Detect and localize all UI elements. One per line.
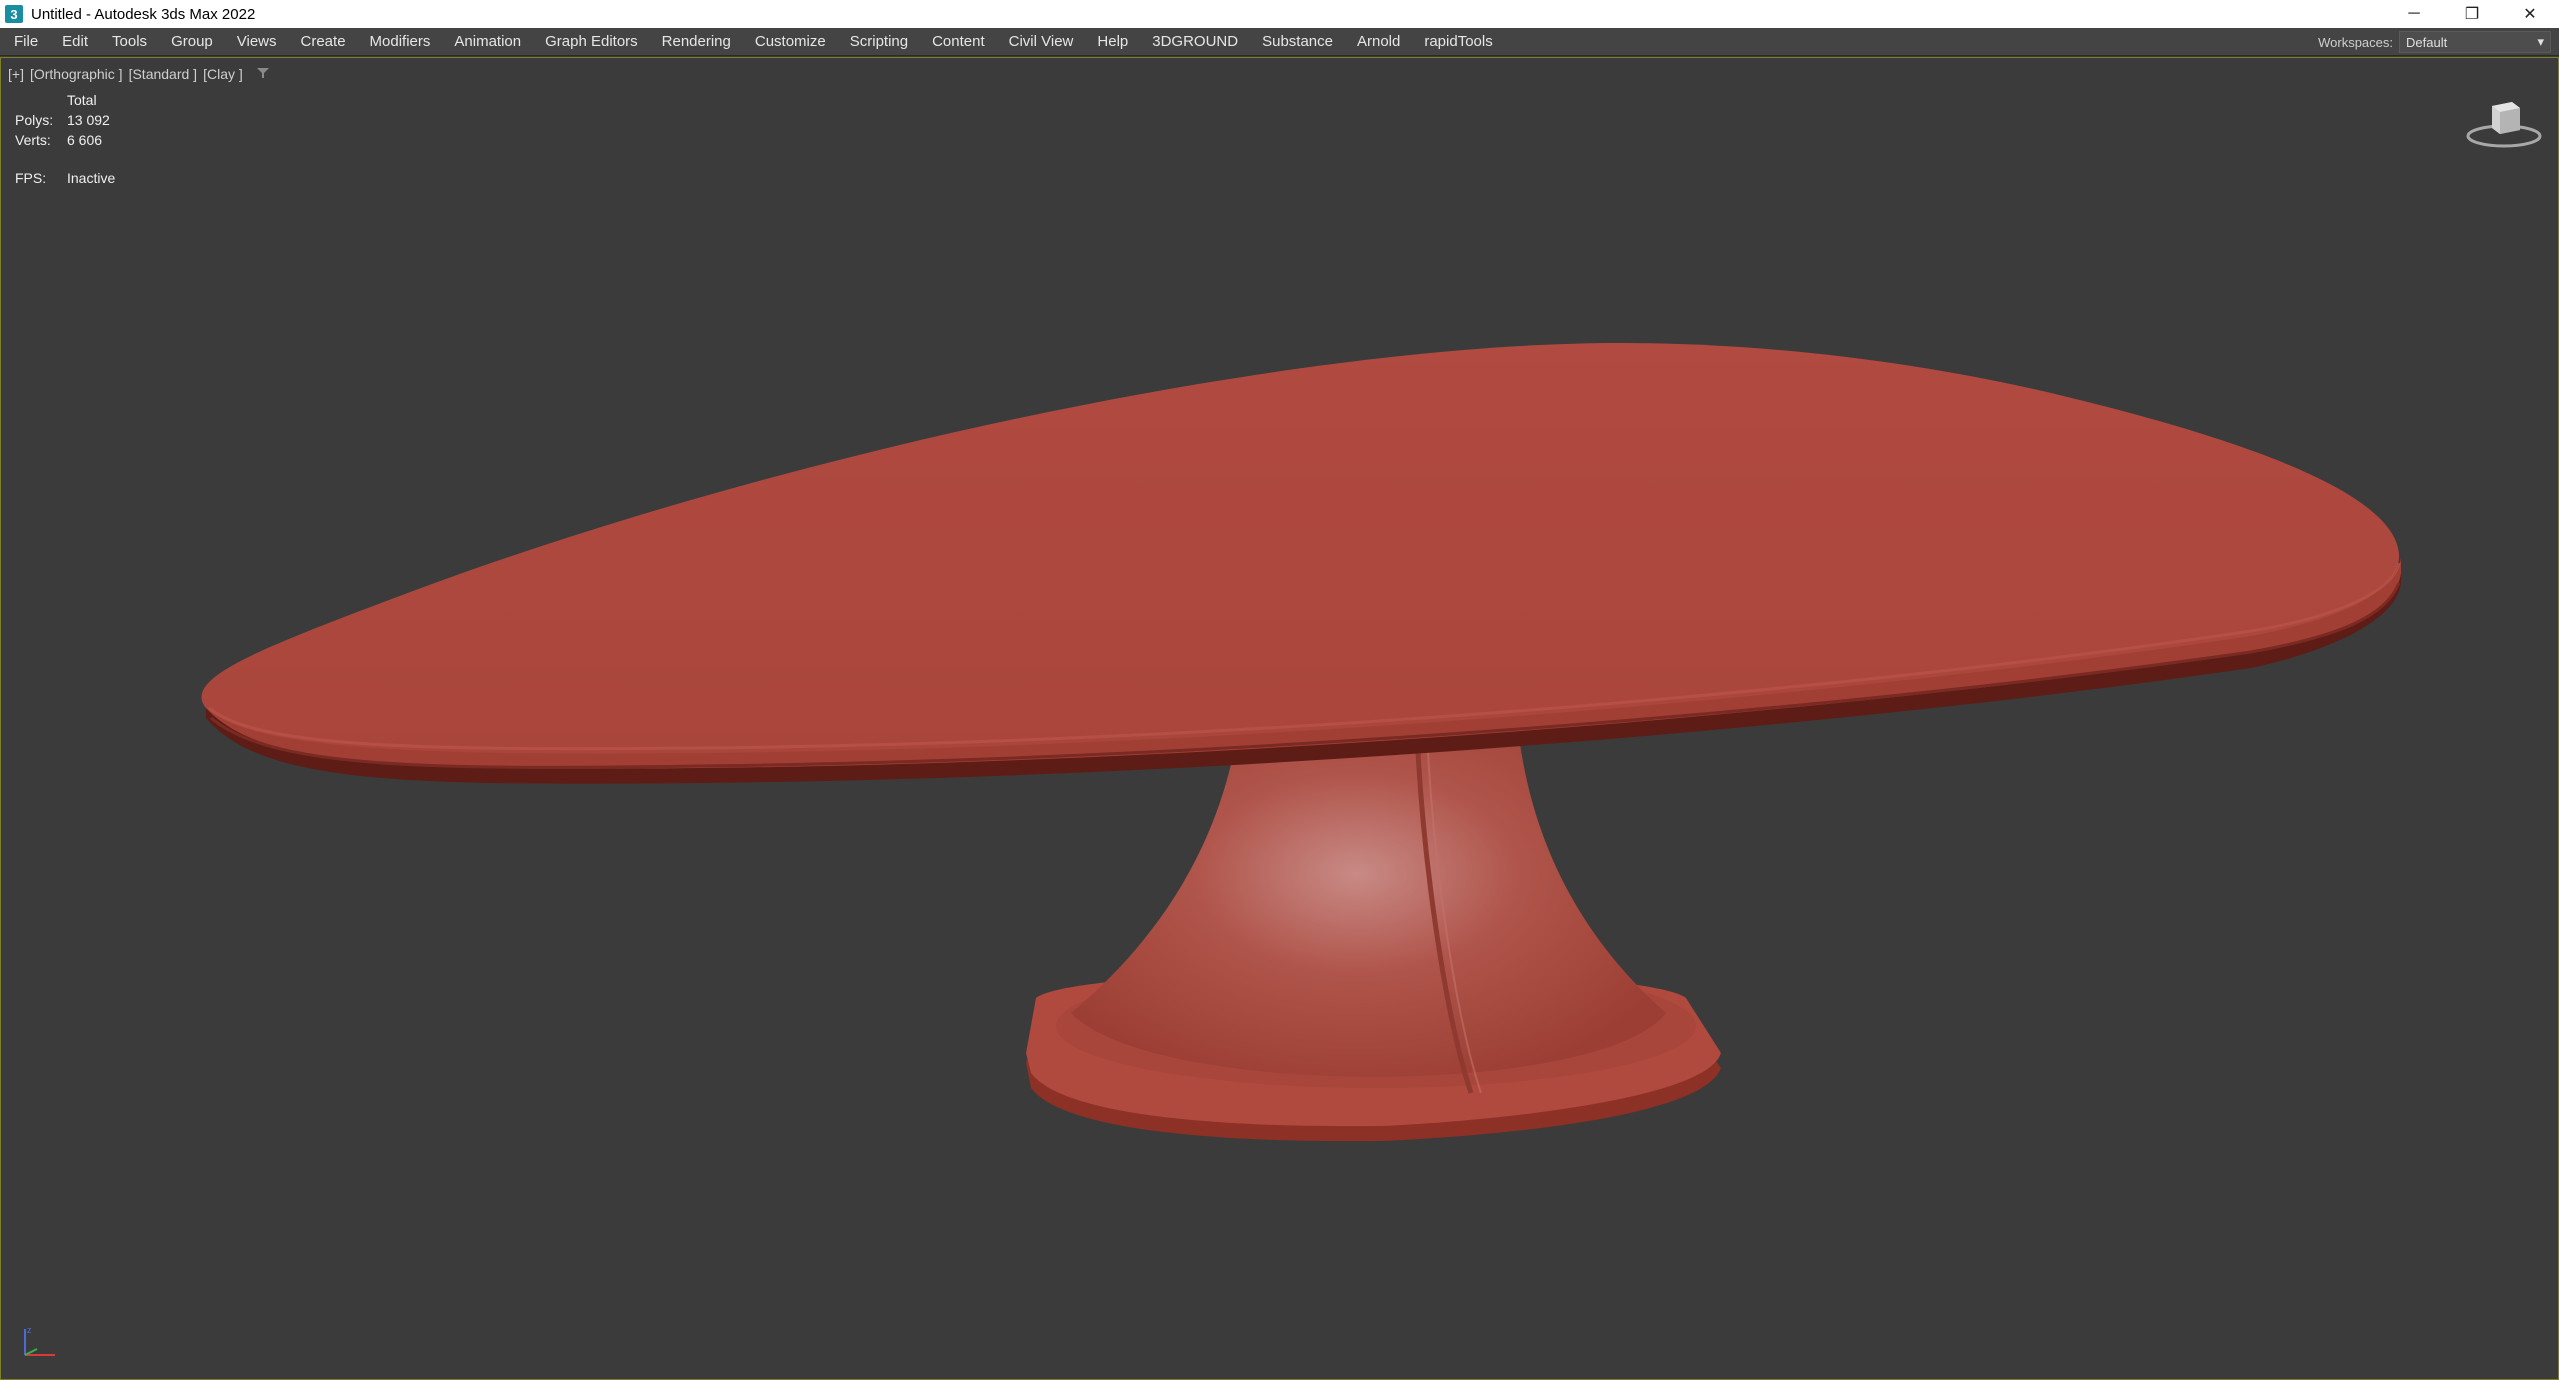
stats-fps-value: Inactive xyxy=(67,170,116,186)
menu-rapidtools[interactable]: rapidTools xyxy=(1412,28,1504,56)
scene-render xyxy=(201,343,2401,1142)
axis-tripod-icon: z xyxy=(17,1323,61,1363)
menu-edit[interactable]: Edit xyxy=(50,28,100,56)
stats-polys-value: 13 092 xyxy=(67,112,110,128)
window-title: Untitled - Autodesk 3ds Max 2022 xyxy=(31,5,256,23)
viewcube-icon[interactable] xyxy=(2464,94,2544,154)
chevron-down-icon: ▾ xyxy=(2537,34,2544,49)
menu-modifiers[interactable]: Modifiers xyxy=(358,28,443,56)
viewport-shading-menu[interactable]: [Clay ] xyxy=(202,66,244,82)
stats-fps-label: FPS: xyxy=(15,170,47,186)
workspaces-value: Default xyxy=(2406,34,2448,50)
viewport-label: [+] [Orthographic ] [Standard ] [Clay ] xyxy=(7,66,270,82)
workspaces-label: Workspaces: xyxy=(2318,34,2393,50)
minimize-button[interactable]: ─ xyxy=(2385,0,2443,28)
workspaces-control: Workspaces: Default ▾ xyxy=(2318,28,2551,56)
stats-total-header: Total xyxy=(67,92,97,108)
title-bar: 3 Untitled - Autodesk 3ds Max 2022 ─ ❐ ✕ xyxy=(0,0,2559,28)
menu-civil-view[interactable]: Civil View xyxy=(997,28,1086,56)
menu-scripting[interactable]: Scripting xyxy=(838,28,920,56)
menu-rendering[interactable]: Rendering xyxy=(650,28,743,56)
perspective-viewport[interactable]: [+] [Orthographic ] [Standard ] [Clay ] … xyxy=(0,57,2559,1380)
viewport-point-of-view-menu[interactable]: [Orthographic ] xyxy=(29,66,124,82)
menu-file[interactable]: File xyxy=(0,28,50,56)
menu-help[interactable]: Help xyxy=(1085,28,1140,56)
menu-views[interactable]: Views xyxy=(225,28,289,56)
menu-content[interactable]: Content xyxy=(920,28,997,56)
stats-polys-label: Polys: xyxy=(15,112,54,128)
restore-button[interactable]: ❐ xyxy=(2443,0,2501,28)
scene-statistics: Total Polys: 13 092 Verts: 6 606 FPS: In… xyxy=(15,90,115,188)
viewport-standard-menu[interactable]: [Standard ] xyxy=(128,66,199,82)
svg-text:z: z xyxy=(27,1325,32,1335)
menu-bar: File Edit Tools Group Views Create Modif… xyxy=(0,28,2559,56)
menu-group[interactable]: Group xyxy=(159,28,225,56)
stats-verts-value: 6 606 xyxy=(67,132,103,148)
menu-substance[interactable]: Substance xyxy=(1250,28,1345,56)
menu-animation[interactable]: Animation xyxy=(442,28,533,56)
menu-arnold[interactable]: Arnold xyxy=(1345,28,1412,56)
3dsmax-app-icon[interactable]: 3 xyxy=(5,5,23,23)
close-button[interactable]: ✕ xyxy=(2501,0,2559,28)
viewport-general-menu[interactable]: [+] xyxy=(7,66,25,82)
menu-tools[interactable]: Tools xyxy=(100,28,159,56)
window-controls: ─ ❐ ✕ xyxy=(2385,0,2559,28)
filter-icon[interactable] xyxy=(256,66,270,82)
table-top xyxy=(201,343,2401,784)
menu-create[interactable]: Create xyxy=(289,28,358,56)
menu-customize[interactable]: Customize xyxy=(743,28,838,56)
menu-3dground[interactable]: 3DGROUND xyxy=(1140,28,1250,56)
stats-verts-label: Verts: xyxy=(15,132,51,148)
workspaces-dropdown[interactable]: Default ▾ xyxy=(2399,31,2551,53)
menu-graph-editors[interactable]: Graph Editors xyxy=(533,28,650,56)
